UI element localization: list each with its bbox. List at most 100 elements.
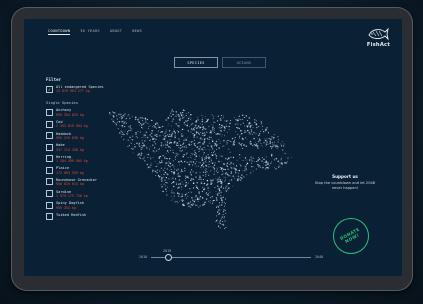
filter-species-item[interactable]: Plaice 172 093 559 kg	[46, 166, 126, 175]
checkbox[interactable]	[46, 166, 53, 174]
particle-dot	[233, 143, 235, 146]
particle-dot	[214, 153, 216, 155]
particle-dot	[270, 161, 272, 163]
particle-dot	[245, 164, 247, 166]
particle-dot	[218, 160, 220, 163]
particle-dot	[144, 117, 147, 120]
oceans-toggle-button[interactable]: OCEANS	[222, 57, 266, 68]
timeline-knob[interactable]	[164, 254, 172, 261]
particle-dot	[186, 161, 188, 164]
particle-dot	[163, 134, 165, 136]
particle-dot	[224, 210, 226, 212]
checkbox[interactable]	[46, 108, 53, 116]
checkbox[interactable]	[46, 178, 53, 186]
checkbox[interactable]	[46, 132, 53, 140]
filter-species-item[interactable]: Spiny Dogfish 995 354 kg	[46, 201, 126, 210]
particle-dot	[227, 158, 229, 161]
particle-dot	[178, 171, 179, 173]
fishact-logo[interactable]: FishAct	[367, 27, 390, 48]
nav-about[interactable]: ABOUT	[110, 29, 122, 35]
particle-dot	[227, 189, 228, 191]
particle-dot	[198, 148, 200, 150]
particle-dot	[202, 127, 204, 129]
checkbox[interactable]	[46, 143, 53, 151]
checkbox[interactable]	[46, 155, 53, 163]
particle-dot	[159, 162, 161, 164]
particle-dot	[195, 184, 197, 186]
particle-dot	[137, 137, 139, 139]
particle-dot	[164, 182, 166, 183]
particle-dot	[134, 118, 137, 121]
particle-dot	[155, 143, 157, 145]
particle-dot	[149, 139, 151, 141]
checkbox[interactable]	[46, 201, 53, 209]
particle-dot	[193, 203, 195, 205]
particle-dot	[177, 175, 180, 177]
filter-species-item[interactable]: Roundnose Grenadier 950 819 615 kg	[46, 178, 126, 186]
particle-dot	[185, 120, 187, 122]
particle-dot	[177, 114, 179, 116]
filter-species-item[interactable]: Tusked Redfish...	[46, 213, 126, 221]
particle-dot	[278, 165, 280, 167]
particle-dot	[237, 127, 239, 129]
particle-dot	[149, 135, 151, 137]
particle-dot	[221, 199, 223, 201]
checkbox-checked[interactable]: ✓	[46, 85, 53, 93]
particle-dot	[194, 127, 196, 129]
checkbox[interactable]	[46, 120, 53, 128]
particle-dot	[182, 144, 184, 145]
filter-species-item[interactable]: Haddock 995 219 838 kg	[46, 132, 126, 140]
filter-species-item[interactable]: Anchovy 895 354 025 kg	[46, 108, 126, 117]
particle-dot	[223, 216, 225, 218]
nav-countdown[interactable]: COUNTDOWN	[48, 29, 71, 35]
particle-dot	[162, 190, 164, 193]
particle-dot	[164, 156, 166, 158]
filter-species-item[interactable]: Hake 337 214 338 kg	[46, 143, 126, 152]
particle-dot	[183, 123, 185, 125]
particle-dot	[187, 156, 189, 158]
particle-dot	[183, 139, 185, 141]
particle-dot	[262, 125, 264, 127]
particle-dot	[197, 200, 199, 203]
particle-dot	[211, 195, 213, 198]
checkbox[interactable]	[46, 213, 53, 221]
particle-dot	[192, 203, 194, 205]
particle-dot	[211, 148, 214, 150]
particle-dot	[260, 166, 261, 168]
particle-dot	[237, 179, 239, 182]
nav-30-years[interactable]: 30 YEARS	[80, 29, 100, 35]
particle-dot	[202, 186, 204, 188]
filter-species-item[interactable]: Herring 1 284 499 905 kg	[46, 155, 126, 163]
nav-news[interactable]: NEWS	[132, 29, 142, 35]
particle-dot	[185, 197, 187, 199]
particle-dot	[238, 143, 240, 145]
particle-dot	[280, 145, 283, 147]
donate-now-button[interactable]: DONATE NOW!	[333, 218, 369, 254]
particle-dot	[208, 142, 210, 144]
support-title: Support us	[332, 174, 358, 179]
particle-dot	[141, 137, 143, 139]
particle-dot	[217, 168, 218, 170]
particle-dot	[198, 198, 200, 200]
particle-dot	[181, 195, 183, 197]
particle-dot	[190, 179, 192, 182]
checkbox[interactable]	[46, 190, 53, 198]
particle-dot	[283, 145, 285, 147]
particle-dot	[239, 163, 241, 165]
particle-dot	[142, 127, 143, 129]
particle-dot	[194, 159, 196, 161]
particle-dot	[261, 145, 263, 147]
particle-dot	[282, 149, 284, 151]
filter-species-item[interactable]: Cod 2 393 819 984 kg	[46, 120, 126, 128]
species-toggle-button[interactable]: SPECIES	[174, 57, 218, 68]
particle-dot	[203, 143, 205, 145]
particle-dot	[145, 121, 147, 123]
filter-all-species[interactable]: ✓ All endangered Species 13 819 984 277 …	[46, 85, 126, 93]
particle-dot	[250, 172, 252, 174]
filter-species-item[interactable]: Sardine 1 979 175 738 kg	[46, 190, 126, 198]
particle-dot	[219, 167, 222, 169]
particle-dot	[165, 188, 167, 190]
particle-dot	[201, 158, 203, 160]
species-weight: 995 219 838 kg	[56, 136, 84, 140]
particle-dot	[211, 170, 213, 172]
